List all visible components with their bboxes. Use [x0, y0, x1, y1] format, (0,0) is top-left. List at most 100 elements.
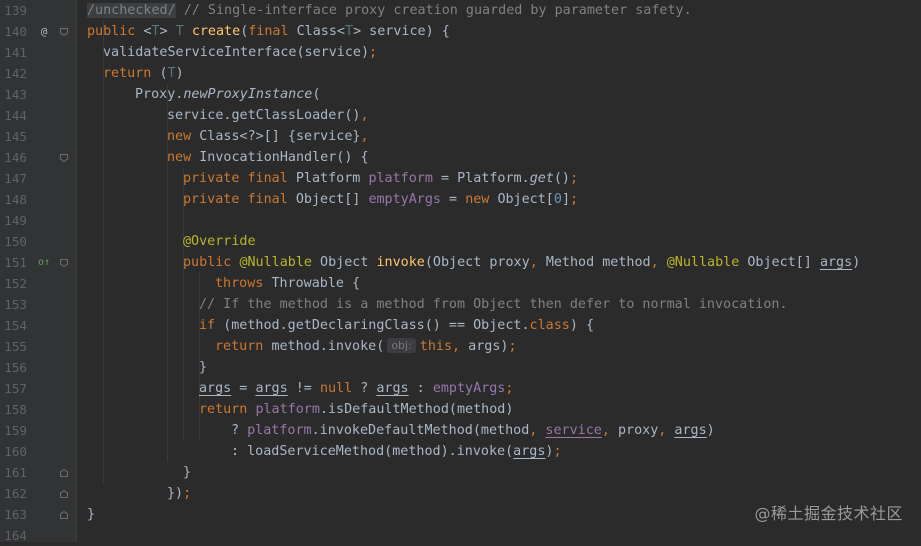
code-line-155[interactable]: 155 return method.invoke(obj: this, args); [0, 336, 921, 357]
code-text: : loadServiceMethod(method).invoke(args)… [231, 441, 562, 462]
code-line-154[interactable]: 154 if (method.getDeclaringClass() == Obj… [0, 315, 921, 336]
line-number: 158 [4, 402, 27, 417]
line-number: 162 [4, 486, 27, 501]
code-line-160[interactable]: 160 : loadServiceMethod(method).invoke(ar… [0, 441, 921, 462]
code-line-159[interactable]: 159? platform.invokeDefaultMethod(method… [0, 420, 921, 441]
code-text: @Override [183, 231, 256, 252]
code-line-144[interactable]: 144 service.getClassLoader(), [0, 105, 921, 126]
fold-toggle-icon[interactable] [60, 259, 68, 267]
code-token: Object[ [497, 192, 554, 207]
code-token: ) [706, 423, 715, 438]
line-number: 144 [4, 108, 27, 123]
line-number: 160 [4, 444, 27, 459]
code-token: ) [852, 255, 861, 270]
code-text: }); [167, 483, 191, 504]
code-token: T [151, 24, 160, 39]
implements-method-icon[interactable]: o↑ [38, 252, 50, 273]
code-token: // If the method is a method from Object… [199, 297, 788, 312]
code-text: } [199, 357, 207, 378]
line-number: 150 [4, 234, 27, 249]
code-token: this [419, 339, 453, 354]
code-token: Proxy. [135, 87, 184, 102]
line-number: 149 [4, 213, 27, 228]
code-token: ; [183, 486, 192, 501]
code-token: ; [570, 192, 579, 207]
code-token: ( [159, 66, 168, 81]
code-text: new Class<?>[] {service}, [167, 126, 369, 147]
fold-toggle-icon[interactable] [60, 469, 68, 477]
code-text: public @Nullable Object invoke(Object pr… [183, 252, 860, 273]
code-line-141[interactable]: 141 validateServiceInterface(service); [0, 42, 921, 63]
annotated-icon[interactable]: @ [38, 21, 50, 42]
code-token: , [529, 423, 546, 438]
code-line-146[interactable]: 146 new InvocationHandler() { [0, 147, 921, 168]
code-token: (Object proxy [424, 255, 530, 270]
code-token: } [199, 360, 208, 375]
fold-toggle-icon[interactable] [60, 154, 68, 162]
code-line-140[interactable]: 140 @ public <T> T create(final Class<T> s… [0, 21, 921, 42]
code-text: // If the method is a method from Object… [199, 294, 788, 315]
code-text: } [183, 462, 191, 483]
code-token: < [143, 24, 152, 39]
line-number: 152 [4, 276, 27, 291]
code-text: new InvocationHandler() { [167, 147, 369, 168]
code-text: /unchecked/ // Single-interface proxy cr… [87, 0, 692, 21]
code-line-145[interactable]: 145 new Class<?>[] {service}, [0, 126, 921, 147]
parameter-hint: obj: [387, 338, 416, 353]
fold-toggle-icon[interactable] [60, 511, 68, 519]
code-line-139[interactable]: 139/unchecked/ // Single-interface proxy… [0, 0, 921, 21]
code-editor[interactable]: 139/unchecked/ // Single-interface proxy… [0, 0, 921, 543]
code-token: new [167, 150, 200, 165]
code-token: platform [255, 402, 320, 417]
code-token: null [319, 381, 361, 396]
code-token: // Single-interface proxy creation guard… [175, 3, 692, 18]
line-number: 147 [4, 171, 27, 186]
code-token: ? [360, 381, 377, 396]
code-line-151[interactable]: 151 o↑ public @Nullable Object invoke(Obje… [0, 252, 921, 273]
code-token: return [199, 402, 256, 417]
code-line-150[interactable]: 150 @Override [0, 231, 921, 252]
code-token: @Nullable [666, 255, 740, 270]
code-token: platform [368, 171, 433, 186]
code-token: @Nullable [239, 255, 312, 270]
code-token: = [441, 192, 466, 207]
code-line-153[interactable]: 153 // If the method is a method from Obj… [0, 294, 921, 315]
code-token: ) [175, 66, 184, 81]
line-number: 151 [4, 255, 27, 270]
code-token: /unchecked/ [87, 3, 176, 18]
code-token: @Override [183, 234, 256, 249]
code-line-148[interactable]: 148 private final Object[] emptyArgs = ne… [0, 189, 921, 210]
code-line-152[interactable]: 152 throws Throwable { [0, 273, 921, 294]
code-token: ; [508, 339, 517, 354]
line-number: 145 [4, 129, 27, 144]
code-token: private final [183, 192, 296, 207]
code-token: return [215, 339, 272, 354]
code-token: Object[] [739, 255, 820, 270]
code-line-156[interactable]: 156} [0, 357, 921, 378]
watermark: @稀土掘金技术社区 [754, 504, 903, 523]
code-token: Class<?>[] {service} [199, 129, 361, 144]
code-token: public [87, 24, 144, 39]
code-token: InvocationHandler() { [199, 150, 369, 165]
code-token: , [658, 423, 675, 438]
fold-toggle-icon[interactable] [60, 28, 68, 36]
code-token: () [553, 171, 570, 186]
code-token: = [231, 381, 256, 396]
code-line-142[interactable]: 142 return (T) [0, 63, 921, 84]
fold-toggle-icon[interactable] [60, 490, 68, 498]
code-line-143[interactable]: 143 Proxy.newProxyInstance( [0, 84, 921, 105]
code-token: , [452, 339, 469, 354]
code-line-158[interactable]: 158 return platform.isDefaultMethod(metho… [0, 399, 921, 420]
code-text: if (method.getDeclaringClass() == Object… [199, 315, 594, 336]
code-line-149[interactable]: 149 [0, 210, 921, 231]
code-token: get [529, 171, 554, 186]
code-line-164[interactable]: 164 [0, 525, 921, 546]
line-number: 153 [4, 297, 27, 312]
code-line-157[interactable]: 157 args = args != null ? args : emptyArg… [0, 378, 921, 399]
code-line-147[interactable]: 147 private final Platform platform = Pla… [0, 168, 921, 189]
code-token: platform [247, 423, 312, 438]
code-token: final [248, 24, 297, 39]
code-text: Proxy.newProxyInstance( [135, 84, 320, 105]
code-line-161[interactable]: 161} [0, 462, 921, 483]
